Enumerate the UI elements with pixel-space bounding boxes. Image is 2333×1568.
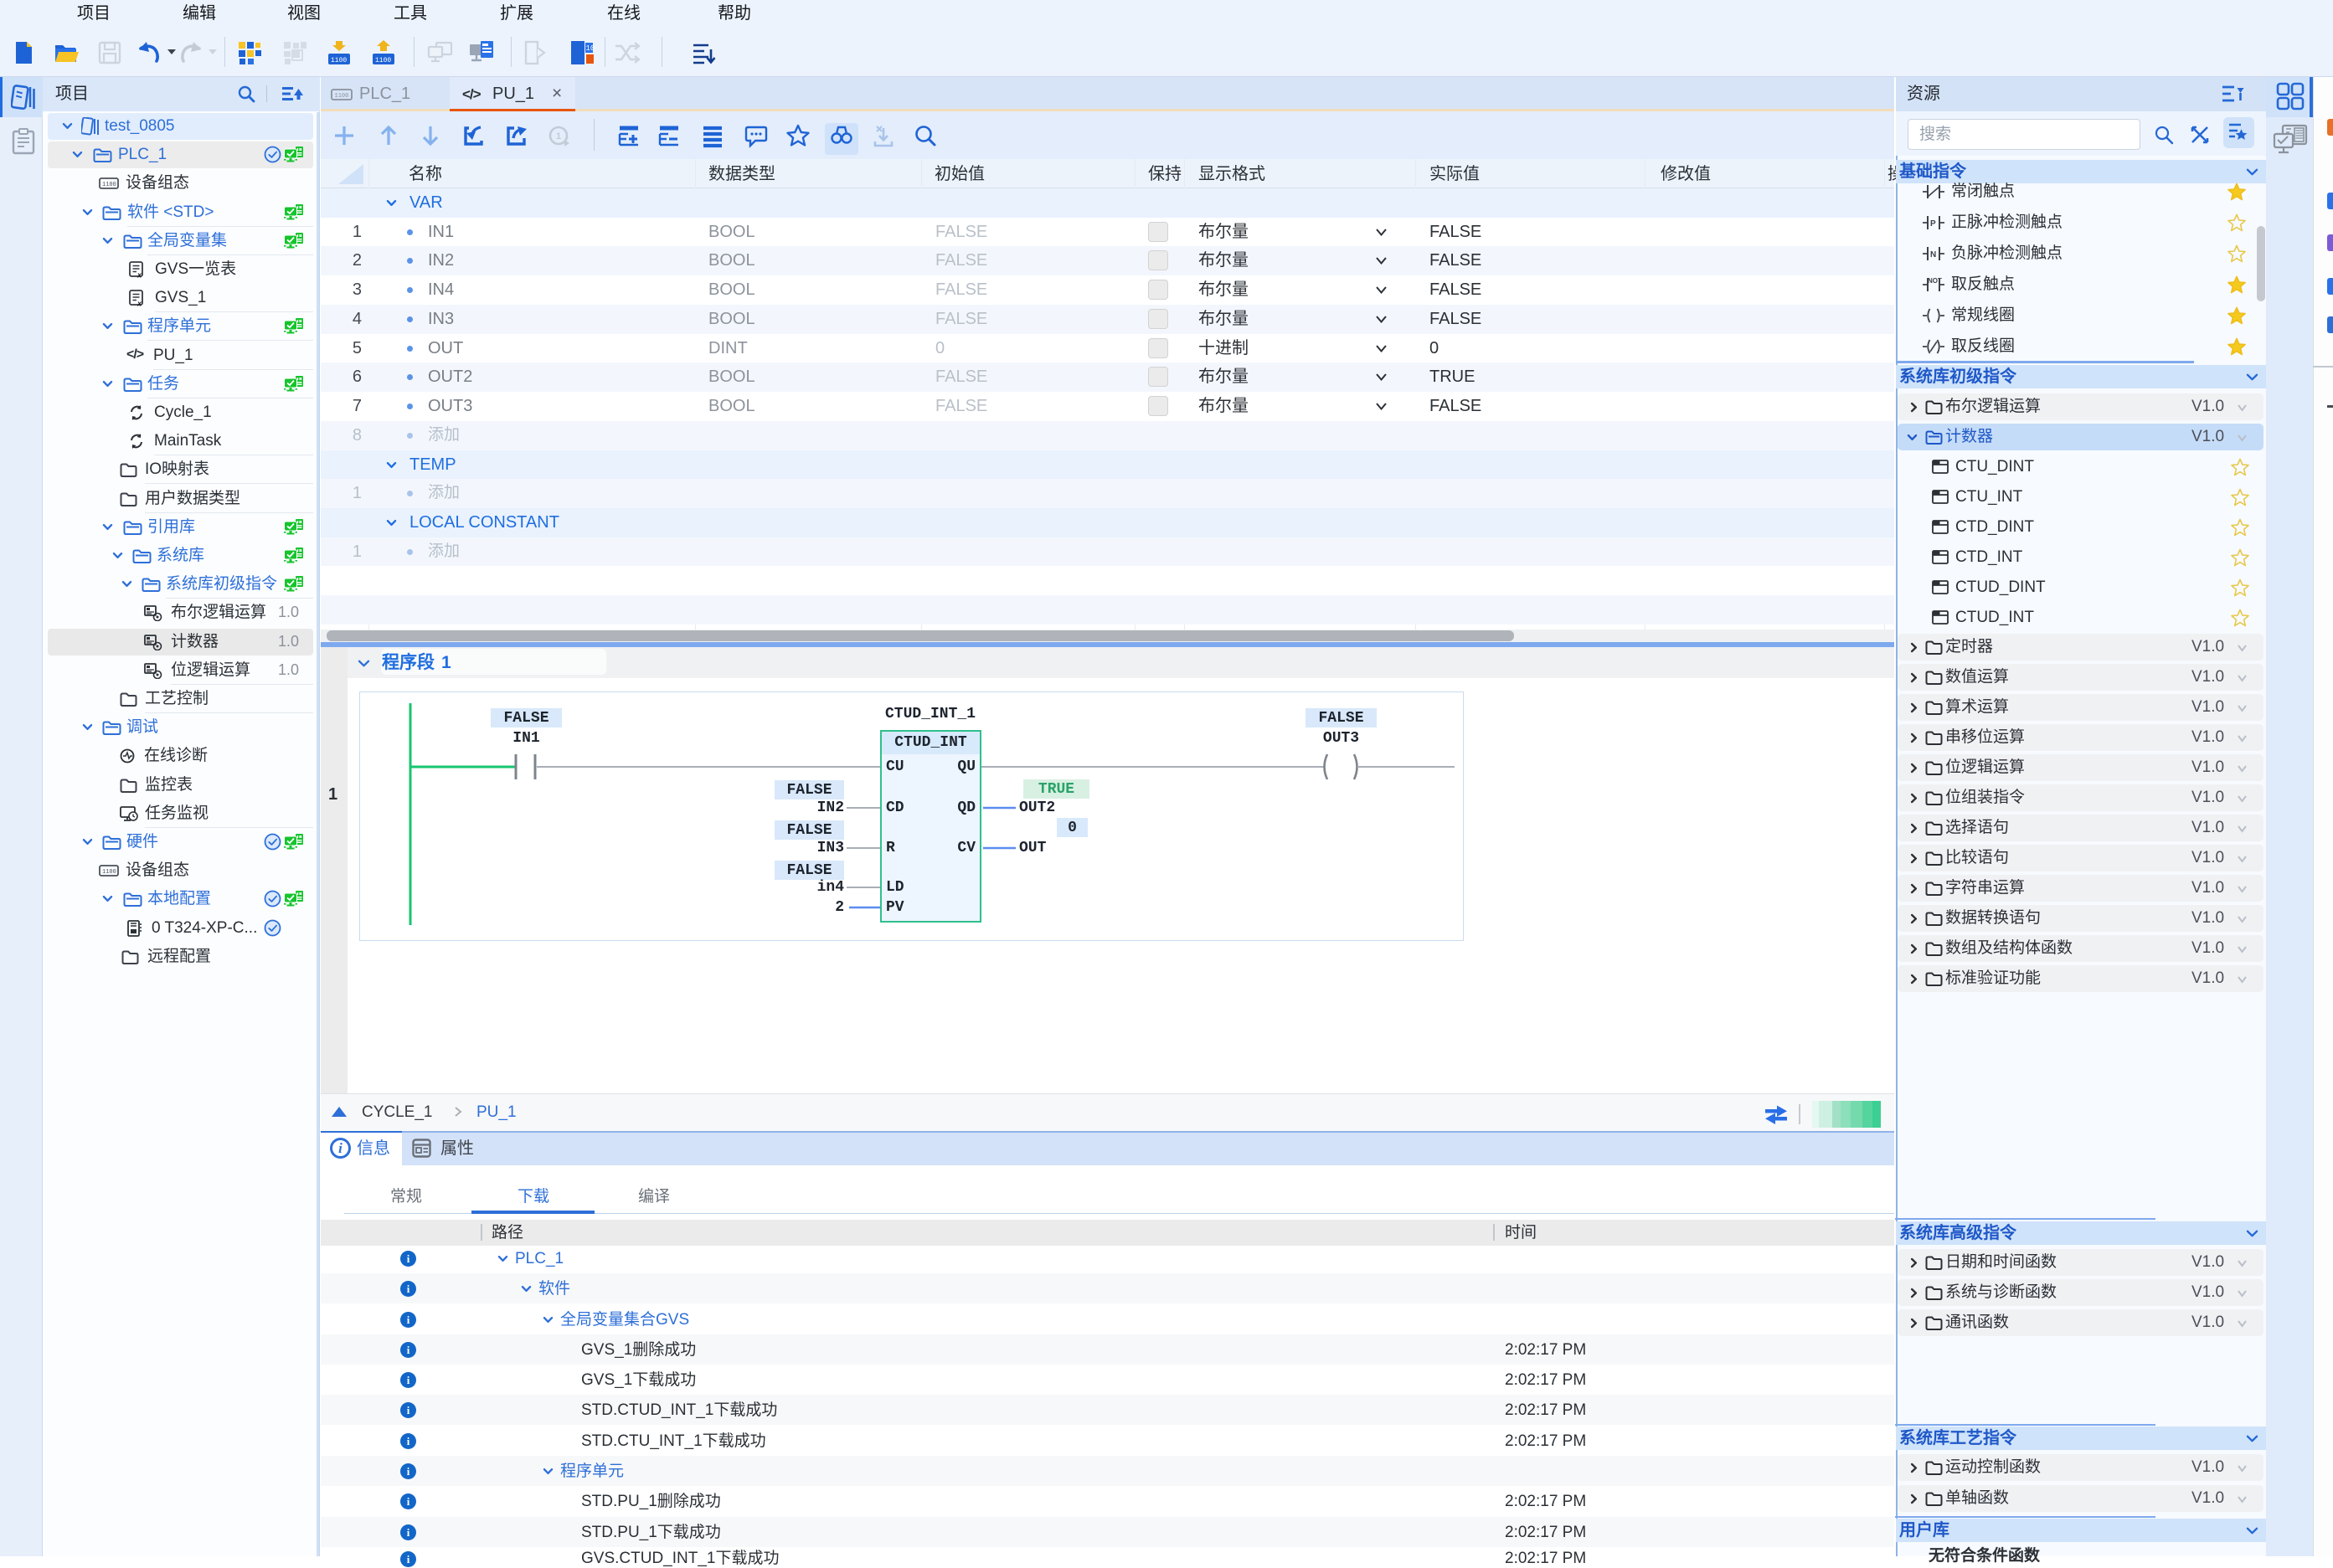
svg-text:x: x <box>136 271 142 279</box>
svg-text:NOT: NOT <box>1928 277 1942 285</box>
svg-text:1100: 1100 <box>102 182 116 188</box>
svg-text:1100: 1100 <box>335 93 349 100</box>
svg-text:10: 10 <box>586 44 595 53</box>
svg-text:1100: 1100 <box>331 57 347 64</box>
svg-text:1: 1 <box>556 131 561 141</box>
svg-text:N: N <box>1930 250 1936 260</box>
svg-text:P: P <box>1930 219 1936 229</box>
svg-text:1100: 1100 <box>102 869 116 876</box>
svg-text:x: x <box>136 300 142 307</box>
svg-text:1100: 1100 <box>375 57 391 64</box>
